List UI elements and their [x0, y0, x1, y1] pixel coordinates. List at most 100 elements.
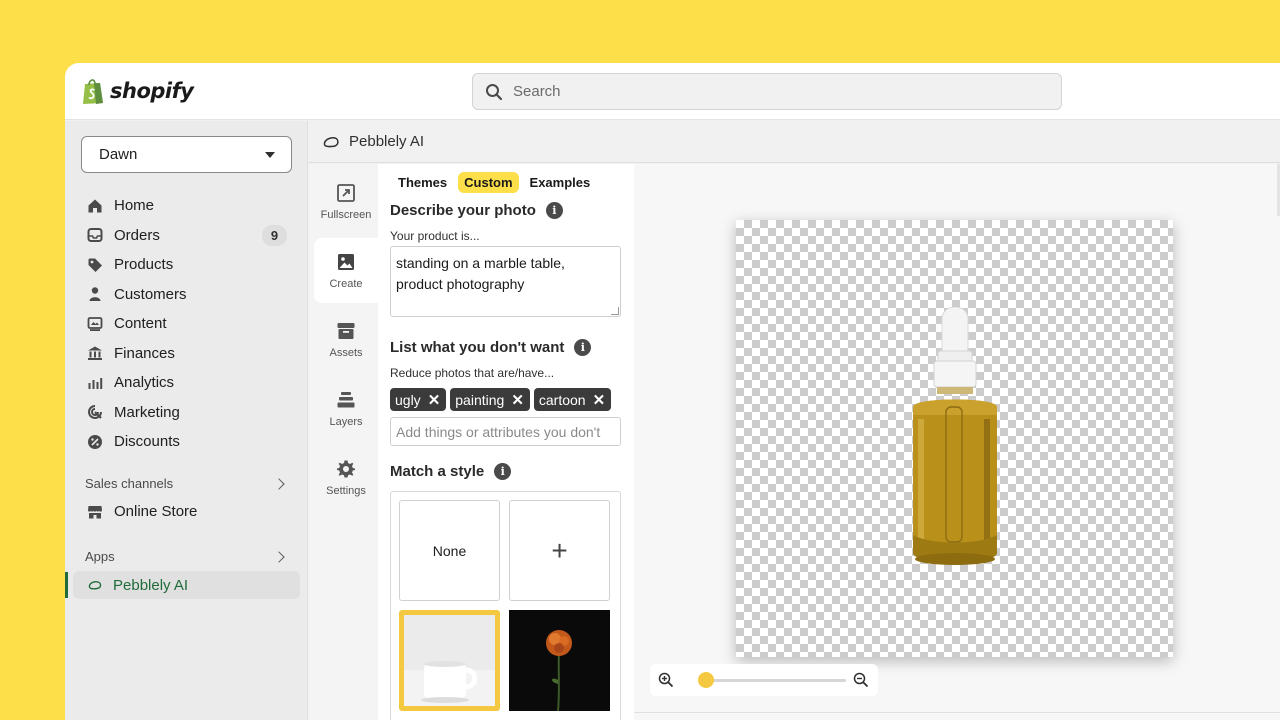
zoom-in-icon[interactable]	[658, 672, 674, 688]
sidebar-item-label: Home	[114, 197, 155, 215]
zoom-slider-handle[interactable]	[698, 672, 714, 688]
product-bottle-image[interactable]	[910, 307, 1000, 572]
info-icon[interactable]: i	[545, 202, 563, 219]
sidebar-item-discounts[interactable]: Discounts	[65, 427, 308, 457]
tag-icon	[87, 257, 103, 273]
rail-assets[interactable]: Assets	[314, 307, 378, 372]
home-icon	[87, 198, 103, 214]
rail-create[interactable]: Create	[314, 238, 378, 303]
sidebar-item-label: Pebblely AI	[113, 576, 189, 594]
chip-ugly: ugly ✕	[390, 388, 447, 411]
close-icon[interactable]: ✕	[511, 391, 524, 409]
sidebar-item-products[interactable]: Products	[65, 250, 308, 280]
app-title-bar: Pebblely AI	[309, 121, 1280, 163]
rail-layers[interactable]: Layers	[314, 376, 378, 441]
sidebar-item-home[interactable]: Home	[65, 191, 308, 221]
tab-themes[interactable]: Themes	[392, 172, 453, 193]
sidebar-item-finances[interactable]: Finances	[65, 339, 308, 369]
fullscreen-icon	[337, 183, 355, 202]
brand-name: shopify	[110, 79, 194, 103]
sidebar-item-online-store[interactable]: Online Store	[65, 497, 308, 527]
negative-heading: List what you don't want i	[390, 339, 592, 356]
style-tile-white-mug[interactable]	[399, 610, 500, 711]
gear-icon	[337, 460, 355, 477]
rail-label: Create	[329, 277, 363, 290]
style-grid: None +	[390, 491, 621, 720]
sidebar-item-orders[interactable]: Orders 9	[65, 221, 308, 251]
sidebar-item-analytics[interactable]: Analytics	[65, 368, 308, 398]
canvas-divider	[634, 712, 1280, 713]
rail-label: Fullscreen	[320, 208, 372, 221]
apps-heading: Apps	[85, 549, 115, 564]
search-input[interactable]: Search	[472, 73, 1062, 110]
sales-channels-heading: Sales channels	[85, 476, 174, 491]
shopify-bag-icon	[83, 79, 103, 104]
main-nav: Home Orders 9 Products Customers Content	[65, 191, 308, 457]
negative-placeholder: Add things or attributes you don't	[396, 423, 601, 440]
caret-down-icon	[265, 152, 275, 158]
describe-textarea[interactable]: standing on a marble table, product phot…	[390, 246, 621, 317]
flower-image	[509, 610, 610, 711]
info-icon[interactable]: i	[574, 339, 592, 356]
resize-handle-icon[interactable]	[611, 307, 619, 315]
search-icon	[486, 83, 503, 100]
style-heading-text: Match a style	[390, 463, 485, 480]
zoom-slider-track[interactable]	[706, 679, 846, 682]
sidebar-item-label: Finances	[114, 344, 175, 362]
target-icon	[87, 404, 103, 420]
sidebar-item-label: Content	[114, 315, 167, 333]
top-bar: shopify Search	[65, 63, 1280, 120]
style-tile-dark-flower[interactable]	[509, 610, 610, 711]
canvas-area	[634, 164, 1280, 720]
shopify-logo[interactable]: shopify	[81, 76, 194, 106]
chevron-right-icon[interactable]	[273, 551, 285, 563]
style-tile-none[interactable]: None	[399, 500, 500, 601]
tab-custom[interactable]: Custom	[458, 172, 519, 193]
close-icon[interactable]: ✕	[428, 391, 441, 409]
negative-input[interactable]: Add things or attributes you don't	[390, 417, 621, 446]
describe-value: standing on a marble table, product phot…	[396, 255, 565, 292]
store-selector[interactable]: Dawn	[81, 136, 292, 173]
rail-label: Settings	[326, 484, 366, 497]
sidebar-item-label: Discounts	[114, 433, 180, 451]
sidebar-item-customers[interactable]: Customers	[65, 280, 308, 310]
chip-cartoon: cartoon ✕	[533, 388, 612, 411]
negative-heading-text: List what you don't want	[390, 339, 565, 356]
describe-heading: Describe your photo i	[390, 202, 563, 219]
create-panel: Themes Custom Examples Describe your pho…	[378, 164, 634, 720]
zoom-out-icon[interactable]	[853, 672, 869, 688]
store-icon	[87, 504, 103, 520]
sidebar-item-label: Marketing	[114, 403, 180, 421]
bar-chart-icon	[87, 375, 103, 391]
sidebar: Dawn Home Orders 9 Products Customers Co…	[65, 121, 308, 720]
close-icon[interactable]: ✕	[593, 391, 606, 409]
content-icon	[87, 316, 103, 332]
sidebar-item-marketing[interactable]: Marketing	[65, 398, 308, 428]
describe-heading-text: Describe your photo	[390, 202, 536, 219]
orders-icon	[87, 227, 103, 243]
sidebar-item-label: Analytics	[114, 374, 175, 392]
style-tile-add[interactable]: +	[509, 500, 610, 601]
chevron-right-icon[interactable]	[273, 478, 285, 490]
rail-settings[interactable]: Settings	[314, 445, 378, 510]
rail-fullscreen[interactable]: Fullscreen	[314, 169, 378, 234]
transparent-canvas[interactable]	[736, 220, 1173, 657]
search-placeholder: Search	[513, 83, 561, 100]
bank-icon	[87, 345, 103, 361]
info-icon[interactable]: i	[494, 463, 512, 480]
chip-painting: painting ✕	[450, 388, 530, 411]
active-indicator	[65, 572, 68, 598]
style-heading: Match a style i	[390, 463, 512, 480]
sidebar-item-label: Customers	[114, 285, 187, 303]
negative-chips: ugly ✕ painting ✕ cartoon ✕	[390, 388, 615, 411]
sidebar-item-content[interactable]: Content	[65, 309, 308, 339]
rail-label: Layers	[329, 415, 363, 428]
layers-icon	[337, 391, 355, 407]
person-icon	[87, 286, 103, 302]
sidebar-item-label: Online Store	[114, 503, 198, 521]
sidebar-item-pebblely-ai[interactable]: Pebblely AI	[73, 571, 300, 599]
orders-count-badge: 9	[262, 224, 287, 246]
tab-examples[interactable]: Examples	[524, 172, 597, 193]
negative-label: Reduce photos that are/have...	[390, 366, 555, 380]
pebble-icon	[88, 577, 102, 594]
